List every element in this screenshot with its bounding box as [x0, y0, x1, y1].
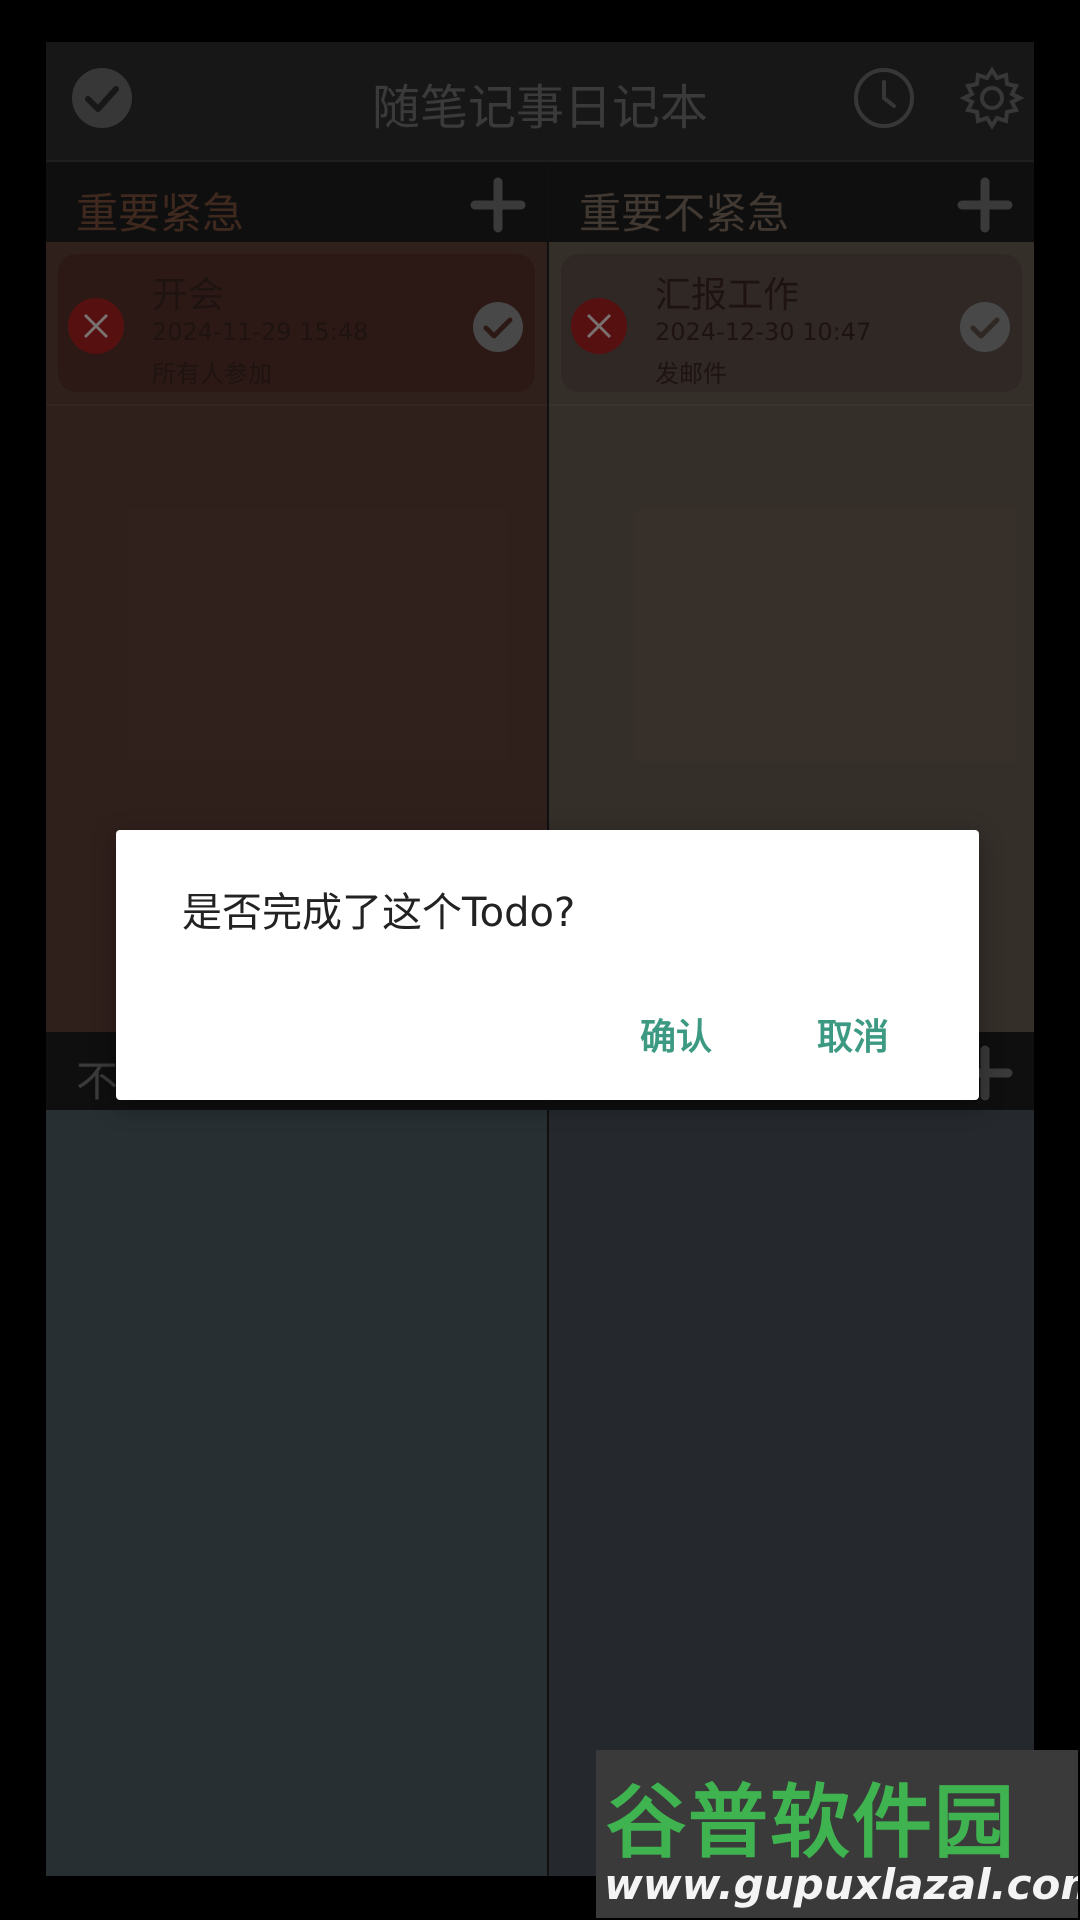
cancel-button[interactable]: 取消 — [817, 1008, 889, 1060]
watermark-logo: 谷普软件园 — [606, 1776, 1016, 1869]
watermark: 谷普软件园 www.gupuxlazal.com — [596, 1750, 1078, 1918]
confirm-button[interactable]: 确认 — [640, 1008, 712, 1060]
dialog-message: 是否完成了这个Todo? — [182, 890, 576, 936]
watermark-url: www.gupuxlazal.com — [604, 1860, 1078, 1909]
confirm-dialog: 是否完成了这个Todo? 确认 取消 — [116, 830, 979, 1100]
